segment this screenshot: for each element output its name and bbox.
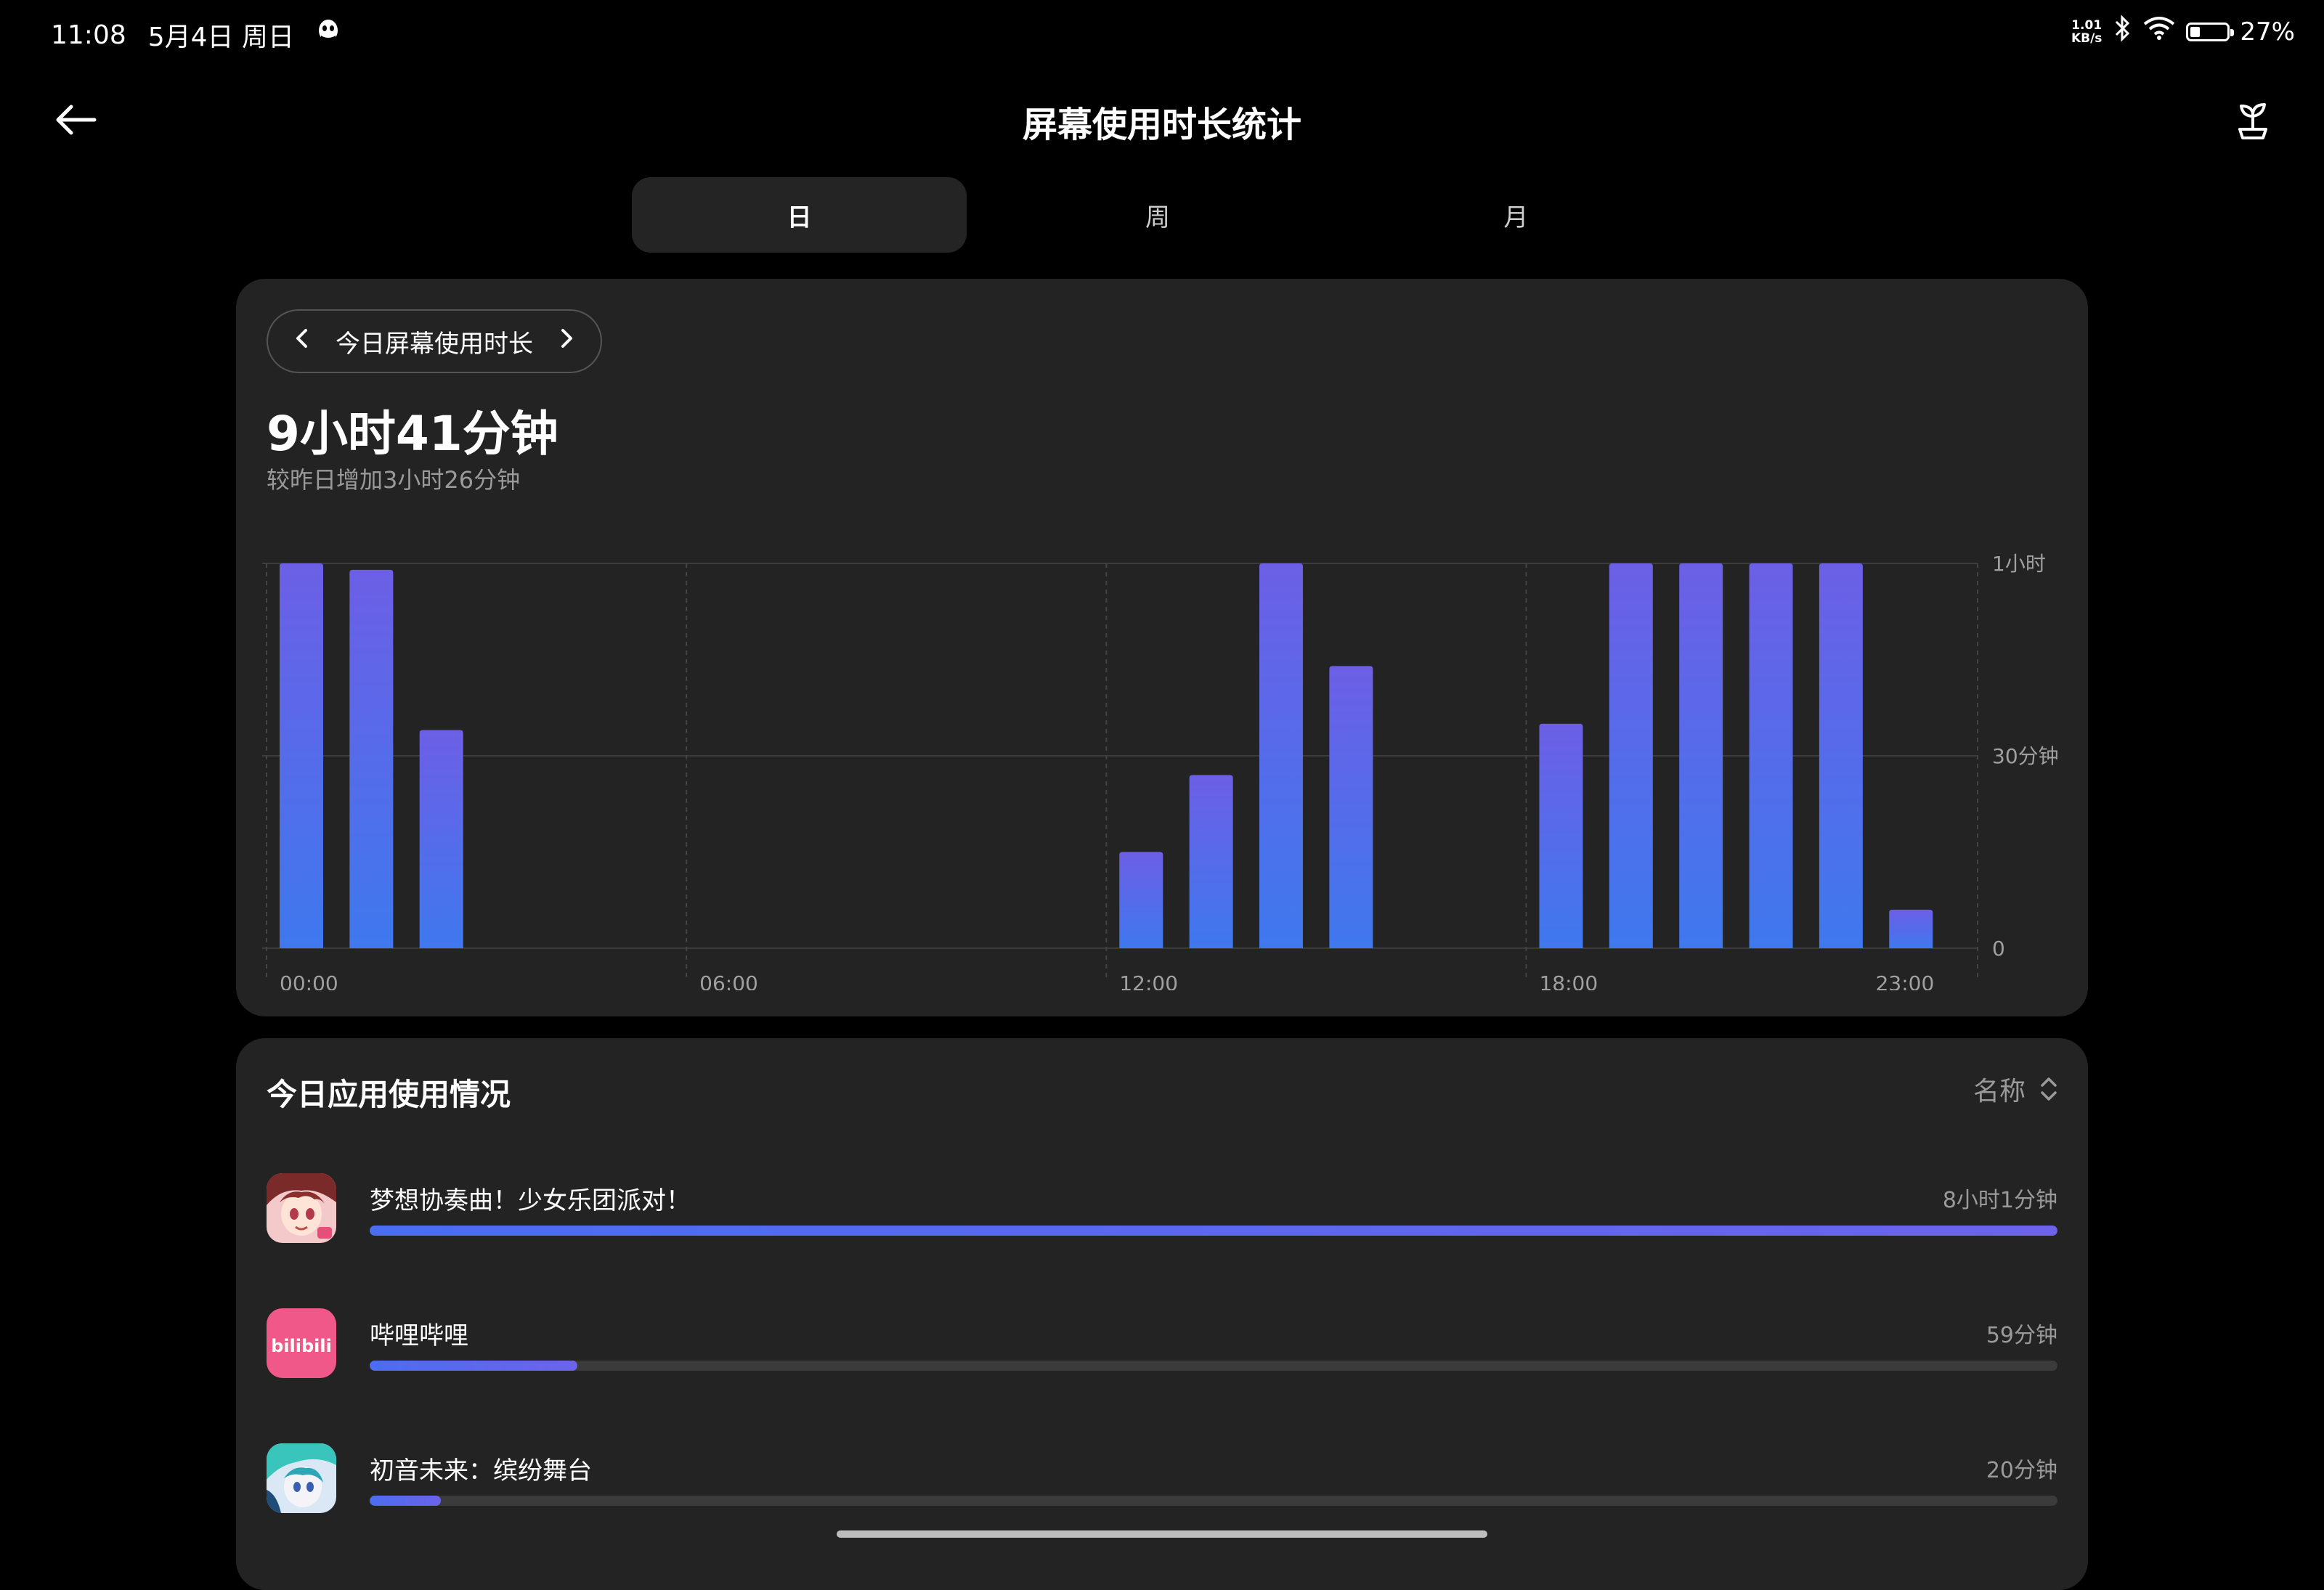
app-row[interactable]: 梦想协奏曲！少女乐团派对！ 8小时1分钟	[267, 1173, 2057, 1246]
app-usage-bar	[370, 1226, 2057, 1236]
usage-bar-hour-15	[1329, 666, 1373, 948]
usage-bar-hour-22	[1819, 563, 1863, 948]
compare-yesterday: 较昨日增加3小时26分钟	[267, 466, 521, 494]
period-tabs: 日 周 月	[632, 177, 1707, 253]
header: 屏幕使用时长统计	[0, 80, 2324, 160]
app-row[interactable]: 初音未来：缤纷舞台 20分钟	[267, 1443, 2057, 1516]
x-tick-label: 23:00	[1876, 971, 1935, 990]
usage-bar-hour-1	[349, 569, 394, 948]
wifi-icon	[2142, 15, 2176, 48]
chevron-right-icon[interactable]	[558, 326, 576, 357]
usage-bar-hour-19	[1609, 563, 1653, 948]
date-range-label: 今日屏幕使用时长	[336, 329, 533, 359]
usage-bar-hour-12	[1119, 852, 1163, 948]
app-usage-fill	[370, 1226, 2057, 1236]
status-right: 1.01 KB/s 27%	[2071, 15, 2295, 49]
hourly-usage-chart: 0 30分钟 1小时 00:00 06:00 12:00 18:00 23:00	[262, 552, 2059, 990]
app-name: 哔哩哔哩	[370, 1321, 468, 1350]
total-screen-time: 9小时41分钟	[267, 406, 558, 462]
usage-bar-hour-13	[1189, 775, 1233, 948]
status-left: 11:08 5月4日 周日	[51, 16, 341, 54]
tab-week[interactable]: 周	[990, 177, 1325, 253]
date-range-selector: 今日屏幕使用时长	[267, 309, 602, 373]
app-usage-bar	[370, 1361, 2057, 1371]
screen-time-card: 今日屏幕使用时长 9小时41分钟 较昨日增加3小时26分钟 0 30分钟 1小时 00…	[236, 279, 2088, 1016]
page-title: 屏幕使用时长统计	[1022, 105, 1301, 145]
usage-bar-hour-0	[280, 563, 323, 948]
app-usage-time: 59分钟	[1986, 1323, 2057, 1348]
usage-bar-hour-2	[419, 730, 463, 948]
bandori-app-icon	[267, 1173, 336, 1243]
sort-icon	[2041, 1077, 2057, 1101]
project-sekai-app-icon	[267, 1443, 336, 1513]
chevron-left-icon[interactable]	[293, 326, 310, 357]
usage-bar-hour-18	[1539, 723, 1583, 948]
status-date: 5月4日 周日	[147, 23, 295, 52]
tab-month[interactable]: 月	[1349, 177, 1683, 253]
app-usage-time: 20分钟	[1986, 1458, 2057, 1483]
sort-button[interactable]: 名称	[1973, 1070, 2059, 1108]
usage-bar-hour-21	[1749, 563, 1793, 948]
app-usage-title: 今日应用使用情况	[267, 1077, 511, 1112]
sprout-icon	[2238, 103, 2267, 139]
network-speed: 1.01 KB/s	[2071, 17, 2102, 46]
x-tick-label: 00:00	[280, 971, 338, 990]
x-tick-label: 18:00	[1539, 971, 1598, 990]
bilibili-app-icon: bilibili	[267, 1308, 336, 1378]
battery-percent: 27%	[2240, 17, 2295, 46]
status-bar: 11:08 5月4日 周日 1.01 KB/s 27%	[0, 0, 2324, 65]
app-usage-fill	[370, 1361, 577, 1371]
x-tick-label: 12:00	[1119, 971, 1178, 990]
app-usage-bar	[370, 1496, 2057, 1506]
app-usage-card: 今日应用使用情况 名称 梦想协奏曲！少女乐团派对！ 8小时1分钟 bilibil…	[236, 1038, 2088, 1590]
y-tick-label: 1小时	[1992, 552, 2046, 576]
app-name: 初音未来：缤纷舞台	[370, 1456, 592, 1485]
app-name: 梦想协奏曲！少女乐团派对！	[370, 1186, 691, 1215]
usage-bar-hour-20	[1679, 563, 1723, 948]
tab-day[interactable]: 日	[632, 177, 967, 253]
app-usage-time: 8小时1分钟	[1942, 1188, 2057, 1213]
app-row[interactable]: bilibili 哔哩哔哩 59分钟	[267, 1308, 2057, 1381]
sort-label: 名称	[1972, 1077, 2026, 1106]
y-tick-label: 0	[1992, 937, 2005, 961]
bluetooth-icon	[2112, 15, 2132, 49]
usage-bar-hour-23	[1889, 910, 1933, 948]
status-time: 11:08	[51, 20, 126, 50]
app-usage-fill	[370, 1496, 441, 1506]
svg-text:bilibili: bilibili	[271, 1336, 332, 1356]
battery-icon	[2186, 22, 2235, 41]
y-tick-label: 30分钟	[1992, 744, 2059, 768]
usage-bar-hour-14	[1259, 563, 1304, 948]
sprout-button[interactable]	[2231, 97, 2275, 141]
x-tick-label: 06:00	[699, 971, 758, 990]
home-indicator[interactable]	[837, 1530, 1487, 1538]
qq-icon	[316, 18, 341, 52]
